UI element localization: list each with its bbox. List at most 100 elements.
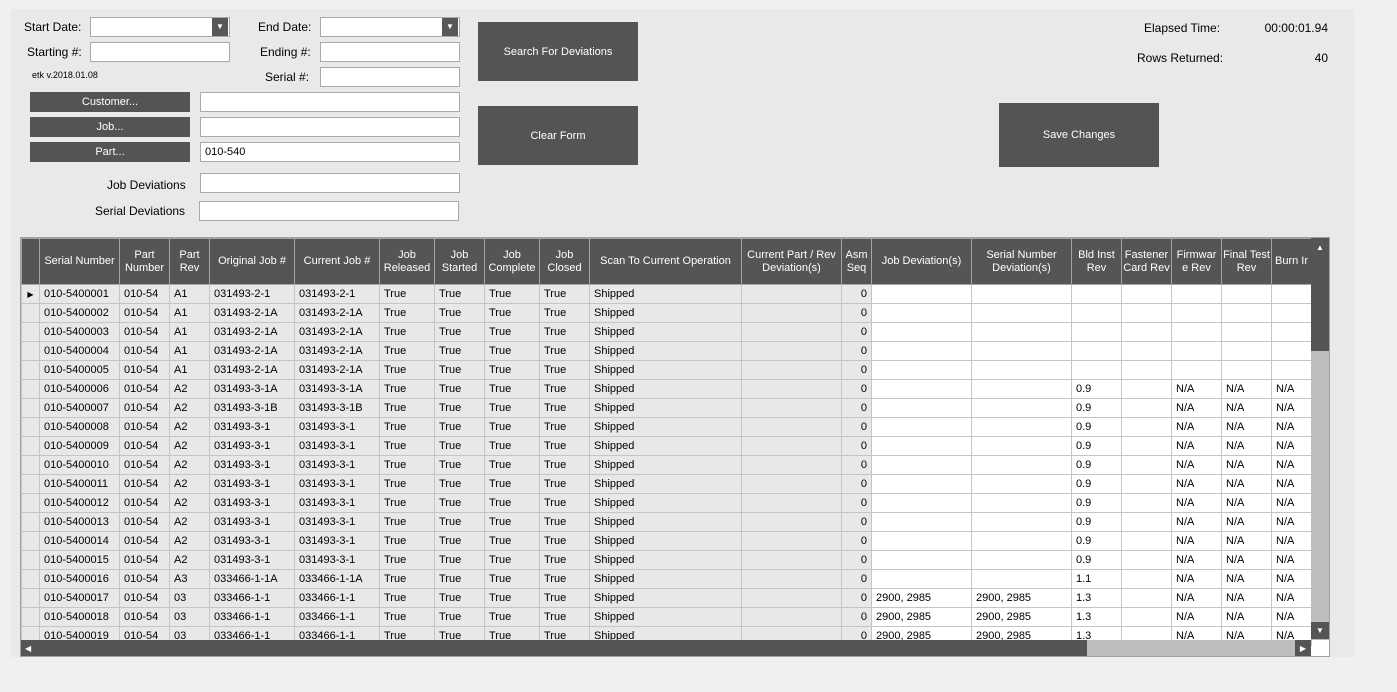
job-deviations-input[interactable] [200, 173, 460, 193]
row-header[interactable] [21, 341, 40, 361]
table-cell[interactable]: N/A [1221, 417, 1272, 437]
table-row[interactable]: 010-5400017 010-54 03 033466-1-1 033466-1-1 T… [21, 588, 1312, 608]
table-cell[interactable]: 0.9 [1071, 436, 1122, 456]
table-cell[interactable]: N/A [1221, 588, 1272, 608]
table-cell[interactable]: N/A [1221, 398, 1272, 418]
table-row[interactable]: 010-5400006 010-54 A2 031493-3-1A 031493-3-1… [21, 379, 1312, 399]
table-row[interactable]: 010-5400004 010-54 A1 031493-2-1A 031493-2-1… [21, 341, 1312, 361]
table-row[interactable]: 010-5400007 010-54 A2 031493-3-1B 031493-3-1… [21, 398, 1312, 418]
table-cell[interactable] [1121, 379, 1172, 399]
table-cell[interactable]: 0.9 [1071, 550, 1122, 570]
row-header[interactable] [21, 379, 40, 399]
table-cell[interactable]: N/A [1271, 569, 1312, 589]
table-cell[interactable]: N/A [1171, 398, 1222, 418]
part-button[interactable]: Part... [30, 142, 190, 162]
table-cell[interactable] [971, 455, 1072, 475]
row-header[interactable] [21, 588, 40, 608]
table-cell[interactable] [1121, 493, 1172, 513]
table-cell[interactable] [1271, 360, 1312, 380]
table-cell[interactable] [871, 398, 972, 418]
table-cell[interactable] [1121, 512, 1172, 532]
row-header[interactable] [21, 512, 40, 532]
table-row[interactable]: 010-5400002 010-54 A1 031493-2-1A 031493-2-1… [21, 303, 1312, 323]
table-cell[interactable]: N/A [1271, 474, 1312, 494]
table-cell[interactable] [871, 360, 972, 380]
table-cell[interactable]: 0.9 [1071, 531, 1122, 551]
table-cell[interactable]: N/A [1221, 493, 1272, 513]
table-cell[interactable] [1121, 531, 1172, 551]
table-row[interactable]: 010-5400018 010-54 03 033466-1-1 033466-1-1 T… [21, 607, 1312, 627]
table-cell[interactable] [971, 569, 1072, 589]
horizontal-scrollbar[interactable]: ◀ ▶ [21, 640, 1311, 656]
table-cell[interactable]: N/A [1271, 493, 1312, 513]
table-row[interactable]: 010-5400014 010-54 A2 031493-3-1 031493-3-1 T… [21, 531, 1312, 551]
table-cell[interactable] [971, 417, 1072, 437]
table-cell[interactable]: N/A [1171, 607, 1222, 627]
job-input[interactable] [200, 117, 460, 137]
table-row[interactable]: 010-5400011 010-54 A2 031493-3-1 031493-3-1 T… [21, 474, 1312, 494]
table-cell[interactable]: N/A [1221, 379, 1272, 399]
save-changes-button[interactable]: Save Changes [999, 103, 1159, 167]
table-cell[interactable] [1221, 284, 1272, 304]
end-date-picker[interactable] [320, 17, 460, 37]
table-cell[interactable]: N/A [1271, 455, 1312, 475]
row-header[interactable] [21, 474, 40, 494]
table-row[interactable]: 010-5400003 010-54 A1 031493-2-1A 031493-2-1… [21, 322, 1312, 342]
table-cell[interactable] [871, 417, 972, 437]
scroll-right-icon[interactable]: ▶ [1295, 640, 1311, 656]
horizontal-scroll-thumb[interactable] [21, 640, 1087, 656]
table-cell[interactable]: N/A [1271, 379, 1312, 399]
column-header[interactable]: Part Rev [169, 238, 210, 285]
column-header[interactable]: Job Complete [484, 238, 540, 285]
table-cell[interactable] [1121, 436, 1172, 456]
table-cell[interactable]: N/A [1171, 569, 1222, 589]
row-header[interactable] [21, 436, 40, 456]
table-cell[interactable] [971, 398, 1072, 418]
table-cell[interactable] [1071, 303, 1122, 323]
table-cell[interactable] [1121, 341, 1172, 361]
vertical-scrollbar[interactable]: ▲ ▼ [1311, 238, 1329, 640]
table-cell[interactable]: N/A [1171, 379, 1222, 399]
table-row[interactable]: 010-5400005 010-54 A1 031493-2-1A 031493-2-1… [21, 360, 1312, 380]
table-cell[interactable] [1121, 569, 1172, 589]
row-header[interactable] [21, 455, 40, 475]
scroll-left-icon[interactable]: ◀ [25, 640, 31, 656]
table-cell[interactable]: N/A [1171, 531, 1222, 551]
table-cell[interactable]: N/A [1221, 474, 1272, 494]
table-cell[interactable]: N/A [1221, 436, 1272, 456]
start-date-dropdown-icon[interactable]: ▼ [212, 18, 228, 36]
table-cell[interactable] [871, 550, 972, 570]
table-cell[interactable] [1121, 455, 1172, 475]
table-cell[interactable] [971, 303, 1072, 323]
scroll-up-icon[interactable]: ▲ [1311, 243, 1329, 252]
table-cell[interactable] [1121, 417, 1172, 437]
table-cell[interactable]: N/A [1171, 512, 1222, 532]
table-cell[interactable] [871, 455, 972, 475]
row-header[interactable] [21, 322, 40, 342]
table-cell[interactable] [1171, 303, 1222, 323]
table-row[interactable]: 010-5400010 010-54 A2 031493-3-1 031493-3-1 T… [21, 455, 1312, 475]
row-header[interactable] [21, 569, 40, 589]
table-cell[interactable]: N/A [1271, 398, 1312, 418]
table-cell[interactable] [1271, 284, 1312, 304]
clear-form-button[interactable]: Clear Form [478, 106, 638, 165]
table-cell[interactable] [1171, 284, 1222, 304]
customer-button[interactable]: Customer... [30, 92, 190, 112]
row-header[interactable] [21, 607, 40, 627]
table-cell[interactable]: 0.9 [1071, 455, 1122, 475]
table-cell[interactable] [1121, 550, 1172, 570]
search-for-deviations-button[interactable]: Search For Deviations [478, 22, 638, 81]
table-cell[interactable] [1271, 303, 1312, 323]
column-header[interactable]: Current Job # [294, 238, 380, 285]
table-cell[interactable] [1171, 322, 1222, 342]
table-cell[interactable] [871, 531, 972, 551]
table-cell[interactable] [1071, 322, 1122, 342]
column-header[interactable]: Fastener Card Rev [1121, 238, 1172, 285]
table-cell[interactable] [1221, 303, 1272, 323]
row-header[interactable] [21, 550, 40, 570]
table-cell[interactable] [971, 436, 1072, 456]
table-cell[interactable]: N/A [1271, 550, 1312, 570]
table-cell[interactable]: N/A [1271, 588, 1312, 608]
table-row[interactable]: 010-5400012 010-54 A2 031493-3-1 031493-3-1 T… [21, 493, 1312, 513]
table-row[interactable]: ▶ 010-5400001 010-54 A1 031493-2-1 031493-2-1… [21, 284, 1312, 304]
